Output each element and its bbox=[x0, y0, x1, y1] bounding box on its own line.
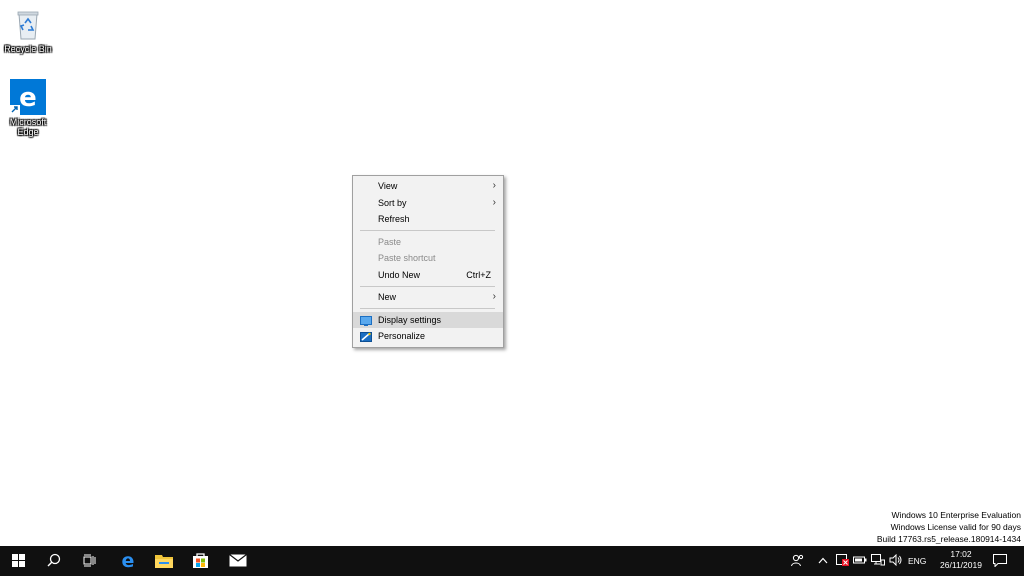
menu-item-undo-new[interactable]: Undo New Ctrl+Z bbox=[353, 267, 503, 284]
windows-start-icon bbox=[11, 553, 25, 569]
action-center-button[interactable] bbox=[988, 546, 1012, 576]
svg-text:e: e bbox=[122, 551, 135, 569]
microsoft-edge-desktop-icon[interactable]: e Microsoft Edge bbox=[0, 79, 56, 137]
menu-item-new[interactable]: New › bbox=[353, 289, 503, 306]
file-explorer-icon bbox=[155, 553, 173, 570]
watermark-line-1: Windows 10 Enterprise Evaluation bbox=[891, 510, 1021, 520]
edge-shortcut-icon: e bbox=[10, 79, 46, 115]
menu-item-paste-shortcut-label: Paste shortcut bbox=[378, 253, 436, 263]
taskbar-edge-button[interactable]: e bbox=[110, 546, 146, 576]
chevron-right-icon: › bbox=[492, 196, 496, 208]
menu-item-new-label: New bbox=[378, 292, 397, 302]
shield-warning-icon bbox=[835, 554, 849, 568]
menu-item-personalize[interactable]: Personalize bbox=[353, 328, 503, 345]
chevron-right-icon: › bbox=[492, 291, 496, 302]
taskbar-store-button[interactable] bbox=[182, 546, 218, 576]
menu-item-sort-by-label: Sort by bbox=[378, 197, 407, 208]
menu-item-sort-by[interactable]: Sort by › bbox=[353, 195, 503, 212]
watermark-line-3: Build 17763.rs5_release.180914-1434 bbox=[876, 534, 1021, 544]
network-tray-button[interactable] bbox=[870, 546, 886, 576]
recycle-bin-label: Recycle Bin bbox=[4, 44, 52, 54]
desktop-context-menu: View › Sort by › Refresh Paste Paste sho… bbox=[352, 175, 504, 348]
menu-item-paste-label: Paste bbox=[378, 236, 402, 247]
store-icon bbox=[192, 552, 209, 571]
start-button[interactable] bbox=[0, 546, 36, 576]
menu-separator bbox=[360, 285, 495, 287]
network-icon bbox=[871, 554, 885, 568]
people-icon bbox=[790, 554, 804, 569]
menu-item-paste: Paste bbox=[353, 234, 503, 251]
windows-evaluation-watermark: Windows 10 Enterprise Evaluation Windows… bbox=[877, 509, 1021, 545]
search-icon bbox=[47, 553, 61, 569]
people-button[interactable] bbox=[788, 546, 806, 576]
watermark-line-2: Windows License valid for 90 days bbox=[890, 522, 1021, 532]
menu-item-view[interactable]: View › bbox=[353, 178, 503, 195]
taskbar-file-explorer-button[interactable] bbox=[146, 546, 182, 576]
personalize-icon bbox=[360, 331, 372, 342]
battery-tray-button[interactable] bbox=[852, 546, 868, 576]
clock-date: 26/11/2019 bbox=[940, 560, 982, 570]
search-button[interactable] bbox=[36, 546, 72, 576]
clock-time: 17:02 bbox=[950, 549, 972, 559]
clock[interactable]: 17:02 26/11/2019 bbox=[936, 549, 986, 571]
speaker-icon bbox=[889, 553, 903, 568]
menu-item-refresh-label: Refresh bbox=[378, 214, 410, 224]
taskbar-mail-button[interactable] bbox=[220, 546, 256, 576]
microsoft-edge-label: Microsoft Edge bbox=[9, 117, 47, 137]
menu-item-view-label: View bbox=[378, 181, 398, 191]
display-settings-icon bbox=[360, 315, 372, 326]
recycle-bin-desktop-icon[interactable]: Recycle Bin bbox=[0, 6, 56, 54]
menu-item-paste-shortcut: Paste shortcut bbox=[353, 250, 503, 267]
mail-icon bbox=[229, 553, 247, 569]
taskbar: e ENG 17:02 26/11/2019 bbox=[0, 546, 1024, 576]
edge-icon: e bbox=[119, 550, 137, 572]
menu-item-display-settings[interactable]: Display settings bbox=[353, 311, 503, 328]
menu-separator bbox=[360, 308, 495, 309]
language-indicator[interactable]: ENG bbox=[908, 546, 926, 576]
task-view-button[interactable] bbox=[72, 546, 108, 576]
menu-separator bbox=[360, 230, 495, 231]
volume-tray-button[interactable] bbox=[888, 546, 904, 576]
menu-item-personalize-label: Personalize bbox=[378, 331, 426, 341]
menu-item-display-settings-label: Display settings bbox=[378, 314, 442, 325]
task-view-icon bbox=[83, 554, 97, 569]
security-tray-button[interactable] bbox=[834, 546, 850, 576]
recycle-bin-icon bbox=[10, 6, 46, 42]
show-hidden-icons-button[interactable] bbox=[816, 546, 830, 576]
menu-item-undo-new-label: Undo New bbox=[378, 269, 421, 280]
power-plug-icon bbox=[853, 555, 867, 567]
menu-item-refresh[interactable]: Refresh bbox=[353, 211, 503, 228]
undo-new-shortcut: Ctrl+Z bbox=[466, 269, 491, 280]
chevron-up-icon bbox=[818, 556, 828, 566]
chevron-right-icon: › bbox=[492, 180, 496, 191]
notification-icon bbox=[993, 553, 1007, 569]
svg-text:e: e bbox=[19, 83, 37, 113]
